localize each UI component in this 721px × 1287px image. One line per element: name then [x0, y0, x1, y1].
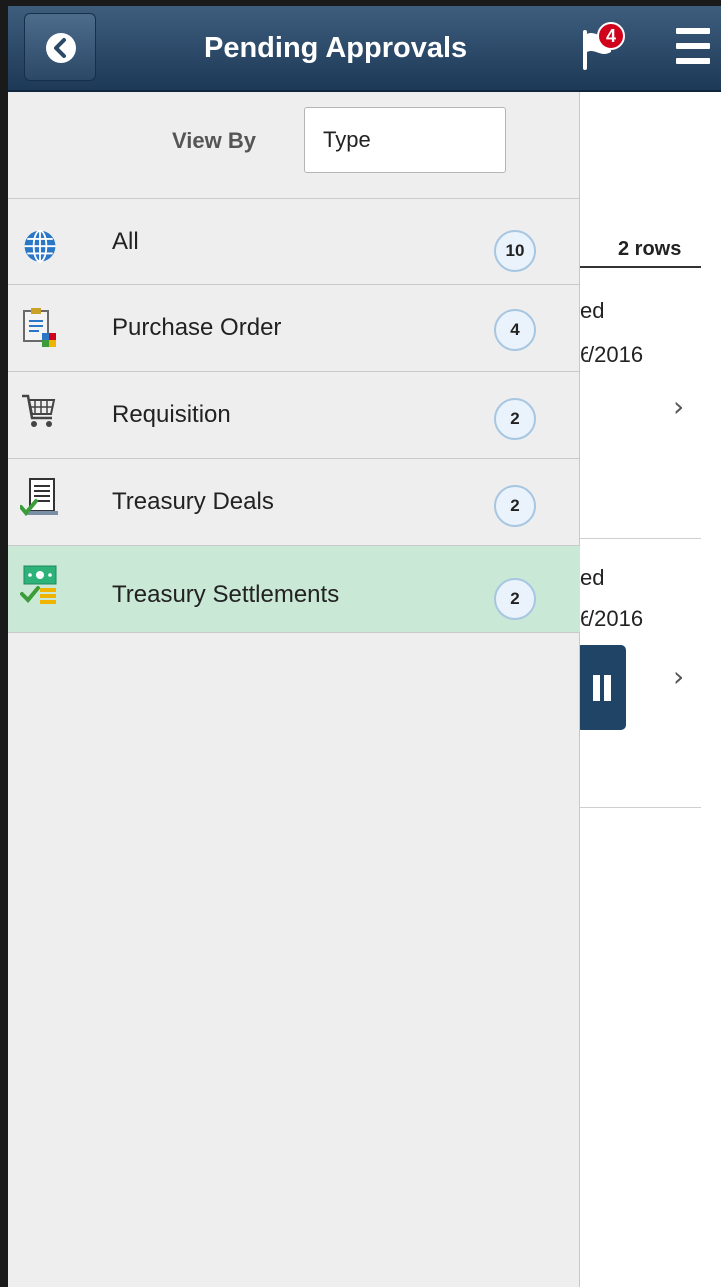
card-date: 6/2016 — [580, 342, 644, 367]
count-badge: 4 — [494, 309, 536, 351]
type-item-label: Purchase Order — [112, 314, 282, 341]
rows-count: 2 rows — [618, 238, 682, 260]
type-item-requisition[interactable]: Requisition 2 — [8, 372, 580, 459]
purchase-order-icon — [23, 308, 56, 347]
window-frame-left — [0, 0, 8, 1287]
rows-divider — [580, 266, 701, 268]
type-item-treasury-deals[interactable]: Treasury Deals 2 — [8, 459, 580, 546]
money-check-icon — [20, 565, 57, 604]
document-check-icon — [20, 478, 58, 517]
count-badge: 10 — [494, 230, 536, 272]
globe-icon — [24, 229, 56, 263]
type-item-purchase-order[interactable]: Purchase Order 4 — [8, 285, 580, 372]
type-item-label: Requisition — [112, 401, 231, 428]
card-divider — [580, 807, 701, 808]
view-by-select[interactable]: Type — [304, 107, 506, 173]
type-item-label: All — [112, 228, 139, 255]
cart-icon — [22, 394, 56, 427]
count-badge: 2 — [494, 398, 536, 440]
notification-count-badge: 4 — [597, 22, 625, 50]
hold-button[interactable] — [576, 645, 626, 730]
type-item-label: Treasury Settlements — [112, 581, 340, 608]
chevron-left-icon — [46, 33, 76, 63]
back-button[interactable] — [24, 13, 96, 81]
count-badge: 2 — [494, 578, 536, 620]
view-by-panel: View By Type All 10 Purchase Order 4 Req… — [8, 92, 580, 1287]
type-item-treasury-settlements[interactable]: Treasury Settlements 2 — [8, 546, 580, 633]
hamburger-icon[interactable] — [676, 28, 710, 66]
type-item-all[interactable]: All 10 — [8, 198, 580, 285]
type-item-label: Treasury Deals — [112, 488, 274, 515]
view-by-label: View By — [172, 128, 256, 153]
chevron-right-icon[interactable]: › — [673, 390, 684, 423]
count-badge: 2 — [494, 485, 536, 527]
card-status: ed — [580, 298, 605, 323]
page-title: Pending Approvals — [204, 32, 468, 64]
card-divider — [580, 538, 701, 539]
view-by-row: View By Type — [8, 92, 580, 199]
card-status: ed — [580, 565, 605, 590]
card-date: 6/2016 — [580, 606, 644, 631]
app-header: Pending Approvals 4 — [8, 6, 721, 92]
chevron-right-icon[interactable]: › — [673, 660, 684, 693]
notifications-button[interactable]: 4 — [573, 22, 633, 78]
